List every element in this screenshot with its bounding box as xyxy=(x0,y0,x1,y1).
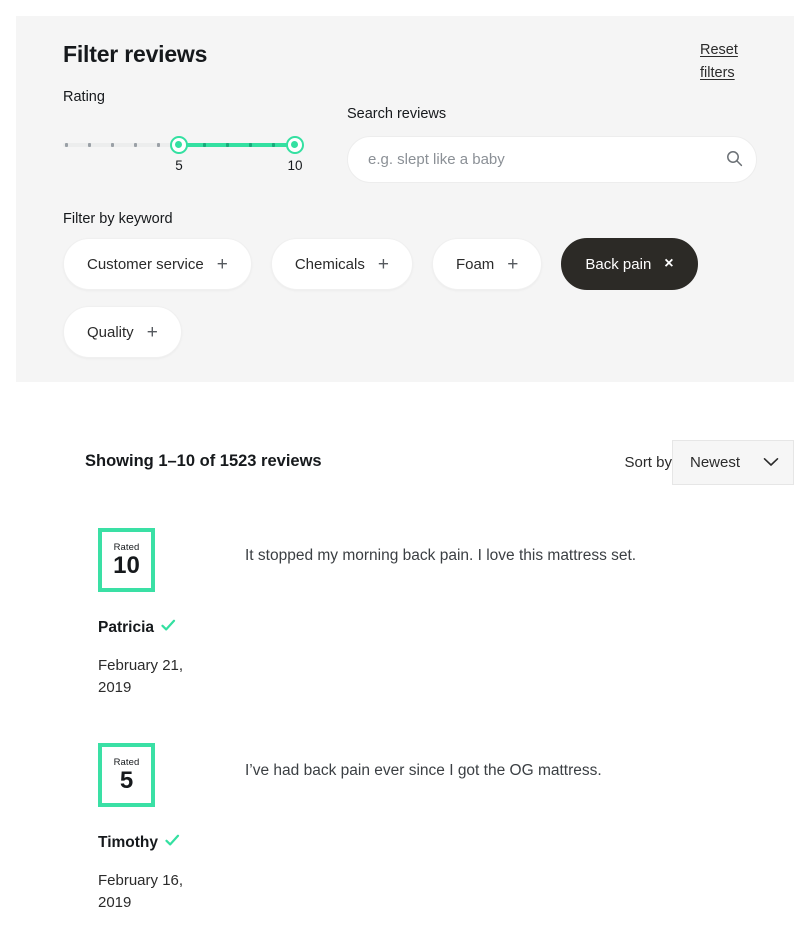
plus-icon: + xyxy=(507,253,519,275)
slider-tick xyxy=(88,143,91,147)
sort-dropdown-value: Newest xyxy=(690,454,741,471)
reviewer: Timothy xyxy=(98,834,228,852)
chip-label: Quality xyxy=(87,323,134,341)
keyword-filter-label: Filter by keyword xyxy=(63,211,173,227)
slider-min-value: 5 xyxy=(175,158,183,173)
search-box[interactable] xyxy=(347,136,757,183)
reset-filters-link[interactable]: Reset filters xyxy=(700,39,746,85)
slider-tick xyxy=(249,143,252,147)
reviews-page: Filter reviews Reset filters Rating 5 10… xyxy=(0,0,812,935)
sort-dropdown[interactable]: Newest xyxy=(672,440,794,485)
plus-icon: + xyxy=(216,253,228,275)
rating-badge: Rated 10 xyxy=(98,528,155,592)
plus-icon: + xyxy=(377,253,389,275)
review-item: Rated 5 Timothy February 16, 2019 I’ve h… xyxy=(0,743,812,935)
slider-tick xyxy=(65,143,68,147)
review-item: Rated 10 Patricia February 21, 2019 It s… xyxy=(0,528,812,743)
rating-badge: Rated 5 xyxy=(98,743,155,807)
chevron-down-icon xyxy=(763,454,779,472)
chip-label: Chemicals xyxy=(294,255,365,273)
slider-tick xyxy=(134,143,137,147)
chip-label: Back pain xyxy=(585,255,652,273)
review-text: It stopped my morning back pain. I love … xyxy=(245,547,637,564)
review-date: February 16, 2019 xyxy=(98,872,184,911)
review-list: Rated 10 Patricia February 21, 2019 It s… xyxy=(0,528,812,935)
slider-tick xyxy=(111,143,114,147)
search-input[interactable] xyxy=(348,151,712,168)
slider-tick xyxy=(157,143,160,147)
review-date: February 21, 2019 xyxy=(98,657,184,696)
keyword-chip-customer-service[interactable]: Customer service + xyxy=(63,238,252,290)
slider-tick xyxy=(226,143,229,147)
search-label: Search reviews xyxy=(347,106,447,122)
chip-label: Customer service xyxy=(87,255,204,273)
review-meta: Rated 10 Patricia February 21, 2019 xyxy=(98,528,228,699)
rating-label: Rating xyxy=(63,89,105,105)
rating-badge-score: 10 xyxy=(113,552,140,579)
rating-slider[interactable]: 5 10 xyxy=(63,128,304,173)
keyword-chip-list: Customer service + Chemicals + Foam + Ba… xyxy=(63,238,763,358)
filter-panel: Filter reviews Reset filters Rating 5 10… xyxy=(16,16,794,382)
results-count: Showing 1–10 of 1523 reviews xyxy=(85,452,322,470)
verified-check-icon xyxy=(161,619,176,637)
search-icon xyxy=(726,150,743,170)
slider-tick xyxy=(272,143,275,147)
reviewer: Patricia xyxy=(98,619,228,637)
reviewer-name: Timothy xyxy=(98,834,158,851)
slider-max-value: 10 xyxy=(287,158,303,173)
search-submit-button[interactable] xyxy=(712,136,756,183)
review-meta: Rated 5 Timothy February 16, 2019 xyxy=(98,743,228,914)
keyword-chip-back-pain[interactable]: Back pain × xyxy=(561,238,698,290)
sort-by-label: Sort by xyxy=(624,454,672,471)
results-bar: Showing 1–10 of 1523 reviews Sort by New… xyxy=(0,440,812,488)
reviewer-name: Patricia xyxy=(98,619,155,636)
page-title: Filter reviews xyxy=(63,41,208,67)
keyword-chip-chemicals[interactable]: Chemicals + xyxy=(270,238,413,290)
close-icon: × xyxy=(664,255,674,272)
plus-icon: + xyxy=(146,321,158,343)
verified-check-icon xyxy=(165,834,180,852)
slider-handle-min[interactable] xyxy=(170,136,188,154)
review-text: I’ve had back pain ever since I got the … xyxy=(245,762,602,779)
keyword-chip-quality[interactable]: Quality + xyxy=(63,306,182,358)
keyword-chip-foam[interactable]: Foam + xyxy=(431,238,543,290)
slider-fill xyxy=(179,143,295,147)
slider-handle-max[interactable] xyxy=(286,136,304,154)
chip-label: Foam xyxy=(455,255,495,273)
slider-tick xyxy=(203,143,206,147)
rating-badge-score: 5 xyxy=(119,767,134,794)
